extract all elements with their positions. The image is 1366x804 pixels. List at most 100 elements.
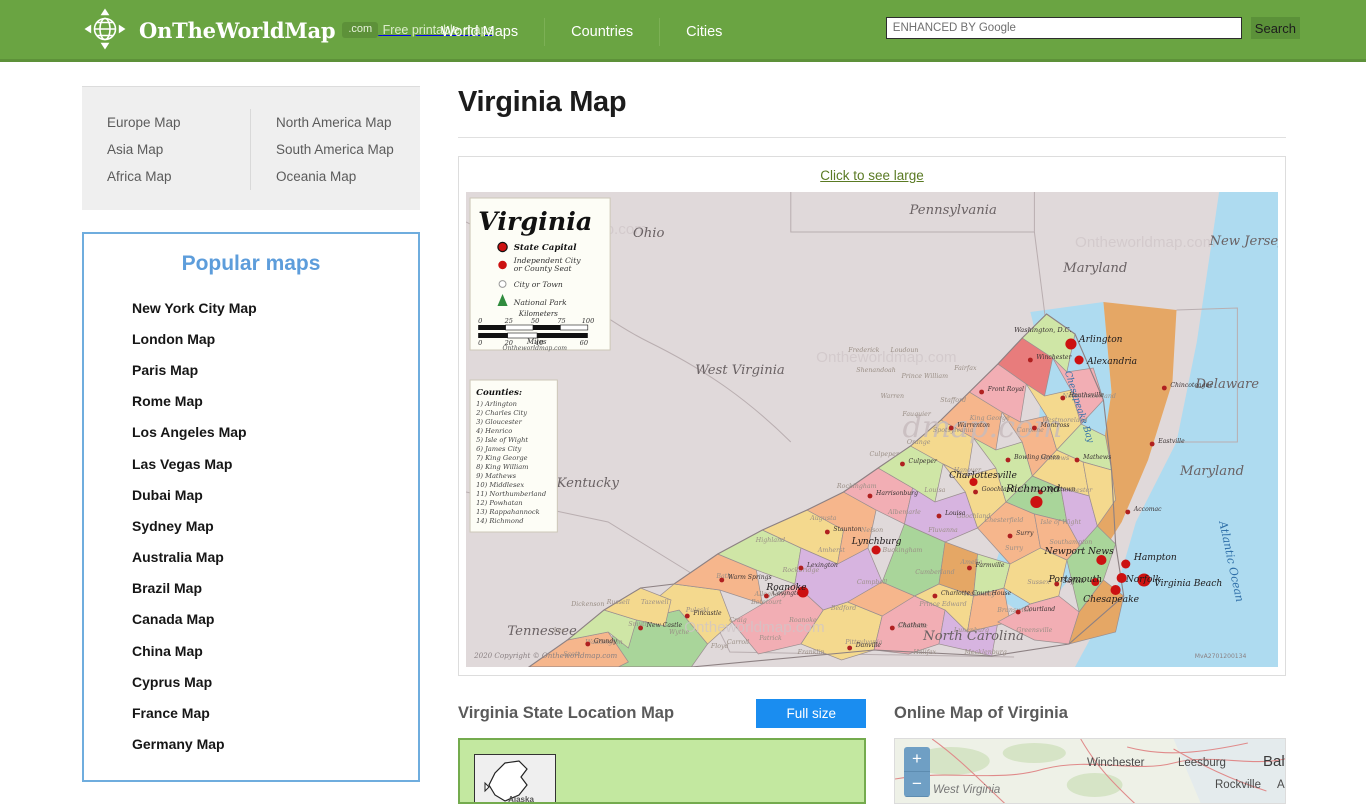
svg-text:Warrenton: Warrenton (957, 422, 990, 429)
svg-text:Wythe: Wythe (669, 629, 689, 636)
popular-item-london-map[interactable]: London Map (84, 323, 418, 354)
svg-text:4) Henrico: 4) Henrico (475, 427, 512, 435)
svg-text:8) King William: 8) King William (476, 463, 528, 471)
svg-text:Bedford: Bedford (830, 605, 856, 612)
state-label-west-virginia: West Virginia (695, 363, 785, 378)
svg-text:Virginia Beach: Virginia Beach (1154, 579, 1222, 589)
svg-text:Shenandoah: Shenandoah (856, 367, 895, 374)
popular-item-france-map[interactable]: France Map (84, 697, 418, 728)
online-map-header: Online Map of Virginia (894, 698, 1286, 728)
svg-text:Winchester: Winchester (1036, 354, 1072, 361)
svg-text:Loudoun: Loudoun (890, 347, 919, 354)
location-map-image[interactable]: Alaska (458, 738, 866, 804)
svg-text:Louisa: Louisa (923, 487, 945, 494)
sidebar-item-europe-map[interactable]: Europe Map (107, 109, 250, 136)
svg-text:Rockingham: Rockingham (836, 483, 877, 490)
svg-text:Staunton: Staunton (833, 526, 861, 533)
zoom-in-button[interactable]: + (904, 747, 930, 772)
see-large-row: Click to see large (466, 163, 1278, 192)
svg-text:9) Mathews: 9) Mathews (476, 472, 516, 480)
popular-item-brazil-map[interactable]: Brazil Map (84, 573, 418, 604)
svg-text:Front Royal: Front Royal (987, 386, 1024, 393)
svg-text:Sussex: Sussex (1027, 579, 1050, 586)
map-watermark: Ontheworldmap.com (1075, 234, 1215, 251)
omap-label-west-virginia: West Virginia (933, 784, 1001, 796)
omap-label-baltimore: Baltimo (1263, 753, 1285, 770)
main-content: Virginia Map Click to see large Onthewor… (420, 86, 1286, 804)
map-copyright: 2020 Copyright © Ontheworldmap.com (473, 651, 617, 660)
svg-text:King George: King George (969, 415, 1010, 422)
svg-text:City or Town: City or Town (514, 280, 563, 289)
svg-text:Lynchburg: Lynchburg (851, 537, 902, 547)
svg-text:Courtland: Courtland (1024, 606, 1055, 613)
popular-item-paris-map[interactable]: Paris Map (84, 354, 418, 385)
svg-text:Buckingham: Buckingham (882, 547, 923, 554)
sidebar-item-oceania-map[interactable]: Oceania Map (276, 163, 420, 190)
svg-text:Prince William: Prince William (900, 373, 948, 380)
svg-text:Isle of Wight: Isle of Wight (1040, 519, 1082, 526)
svg-text:10) Middlesex: 10) Middlesex (476, 481, 524, 489)
map-frame: Click to see large Ontheworldmap.com Ont… (458, 156, 1286, 676)
svg-text:50: 50 (531, 317, 539, 325)
svg-text:Roanoke: Roanoke (765, 583, 806, 593)
state-capital-marker (497, 241, 508, 253)
svg-text:Roanoke: Roanoke (788, 617, 817, 624)
sidebar-item-south-america-map[interactable]: South America Map (276, 136, 420, 163)
popular-item-germany-map[interactable]: Germany Map (84, 729, 418, 760)
popular-item-rome-map[interactable]: Rome Map (84, 386, 418, 417)
svg-text:Augusta: Augusta (809, 515, 836, 522)
svg-text:Louisa: Louisa (944, 510, 966, 517)
svg-text:Orange: Orange (907, 439, 931, 446)
svg-text:Fairfax: Fairfax (953, 365, 977, 372)
svg-text:100: 100 (582, 317, 595, 325)
popular-item-new-york-city-map[interactable]: New York City Map (84, 292, 418, 323)
svg-text:Chatham: Chatham (898, 622, 926, 629)
online-map-title: Online Map of Virginia (894, 703, 1068, 722)
search-input[interactable] (885, 17, 1242, 39)
sidebar-item-asia-map[interactable]: Asia Map (107, 136, 250, 163)
popular-item-australia-map[interactable]: Australia Map (84, 542, 418, 573)
svg-text:6) James City: 6) James City (476, 445, 521, 453)
svg-text:Charlotte Court House: Charlotte Court House (941, 590, 1012, 597)
omap-label-leesburg: Leesburg (1178, 757, 1226, 769)
map-zoom-controls: + − (904, 747, 930, 797)
zoom-out-button[interactable]: − (904, 772, 930, 797)
nav-item-countries[interactable]: Countries (545, 17, 659, 47)
search-button[interactable]: Search (1250, 17, 1300, 39)
popular-item-china-map[interactable]: China Map (84, 635, 418, 666)
sidebar-item-north-america-map[interactable]: North America Map (276, 109, 420, 136)
continent-links-box: Europe Map Asia Map Africa Map North Ame… (82, 86, 420, 210)
full-size-button[interactable]: Full size (756, 698, 866, 728)
nav-item-cities[interactable]: Cities (660, 17, 748, 47)
svg-text:75: 75 (557, 317, 565, 325)
state-label-kentucky: Kentucky (556, 476, 620, 491)
svg-text:Surry: Surry (1016, 530, 1034, 537)
nav-item-world-maps[interactable]: World Maps (415, 17, 544, 47)
popular-item-los-angeles-map[interactable]: Los Angeles Map (84, 417, 418, 448)
map-legend-box: Virginia State Capital Independent City … (469, 197, 611, 352)
globe-compass-icon (84, 8, 126, 50)
popular-item-canada-map[interactable]: Canada Map (84, 604, 418, 635)
svg-text:Dickenson: Dickenson (570, 601, 604, 608)
svg-text:Greensville: Greensville (1016, 627, 1052, 634)
svg-text:14) Richmond: 14) Richmond (476, 517, 523, 525)
svg-text:Warm Springs: Warm Springs (728, 574, 772, 581)
svg-text:Arlington: Arlington (1078, 335, 1123, 345)
svg-text:3) Gloucester: 3) Gloucester (476, 418, 523, 426)
svg-text:Botetourt: Botetourt (750, 599, 782, 606)
alaska-inset-label: Alaska (508, 795, 534, 804)
logo-title: OnTheWorldMap (139, 17, 336, 43)
sidebar-item-africa-map[interactable]: Africa Map (107, 163, 250, 190)
click-to-see-large-link[interactable]: Click to see large (820, 168, 924, 183)
svg-text:60: 60 (580, 339, 588, 347)
popular-item-dubai-map[interactable]: Dubai Map (84, 479, 418, 510)
svg-text:Washington, D.C.: Washington, D.C. (1014, 326, 1071, 334)
popular-item-sydney-map[interactable]: Sydney Map (84, 510, 418, 541)
svg-text:Craig: Craig (729, 617, 747, 624)
virginia-map-image[interactable]: Ontheworldmap.com Ontheworldmap.com Onth… (466, 192, 1278, 667)
svg-text:Eastville: Eastville (1157, 438, 1185, 445)
svg-text:Mecklenburg: Mecklenburg (964, 649, 1007, 656)
popular-item-cyprus-map[interactable]: Cyprus Map (84, 666, 418, 697)
popular-item-las-vegas-map[interactable]: Las Vegas Map (84, 448, 418, 479)
online-map-embed[interactable]: + − West Virginia Winchester Leesburg Ro… (894, 738, 1286, 804)
